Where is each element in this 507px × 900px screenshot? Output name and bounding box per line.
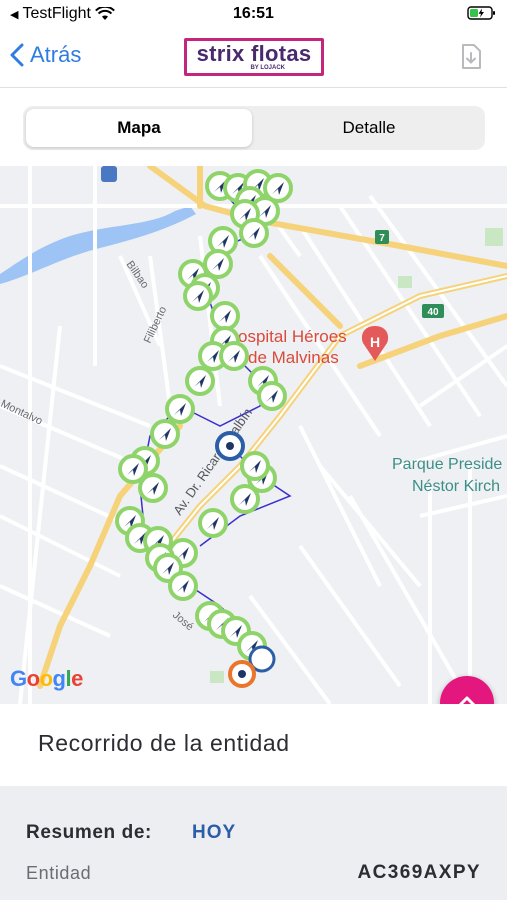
google-logo: Google [10, 666, 83, 691]
chevron-left-icon [10, 43, 24, 67]
status-time: 16:51 [233, 5, 274, 22]
download-button[interactable] [460, 44, 482, 75]
summary-panel: Resumen de: HOY Entidad AC369AXPY [0, 786, 507, 900]
hospital-pin-letter: H [370, 334, 380, 350]
route-point-marker[interactable] [198, 508, 228, 538]
route-point-marker[interactable] [210, 301, 240, 331]
tab-mapa[interactable]: Mapa [26, 109, 252, 147]
park-area [485, 228, 503, 246]
back-label: Atrás [30, 42, 82, 67]
route-markers [115, 169, 293, 661]
strix-flotas-logo: strix flotas BY LOJACK [184, 38, 324, 76]
route-point-marker[interactable] [257, 381, 287, 411]
view-segmented-control: Mapa Detalle [23, 106, 485, 150]
route-shield-label: 7 [379, 233, 385, 244]
battery-icon [467, 5, 497, 26]
route-shield-label: 40 [427, 307, 439, 318]
route-point-marker[interactable] [239, 218, 269, 248]
summary-label: Resumen de: [26, 822, 152, 843]
navigation-bar: Atrás strix flotas BY LOJACK [0, 30, 507, 88]
status-bar: ◀ TestFlight 16:51 [0, 0, 507, 30]
route-point-marker[interactable] [219, 341, 249, 371]
street-label: José [170, 609, 196, 633]
park-area [210, 671, 224, 683]
route-point-marker[interactable] [165, 394, 195, 424]
park-label: Parque Preside [392, 456, 502, 473]
route-point-marker[interactable] [183, 281, 213, 311]
route-point-marker[interactable] [138, 473, 168, 503]
entity-label: Entidad [26, 863, 92, 883]
route-map[interactable]: ospital Héroes de Malvinas Parque Presid… [0, 166, 507, 704]
summary-period-value[interactable]: HOY [192, 822, 236, 844]
route-end-marker-dot [238, 670, 246, 678]
logo-text: strix flotas [196, 40, 312, 66]
park-label: Néstor Kirch [412, 478, 500, 495]
route-section-header: Recorrido de la entidad [0, 704, 507, 786]
tab-detalle[interactable]: Detalle [256, 109, 482, 147]
hospital-label: ospital Héroes [238, 327, 347, 346]
street-label: Montalvo [0, 398, 44, 428]
route-start-marker-dot [226, 442, 234, 450]
entity-value: AC369AXPY [357, 862, 481, 883]
train-station-icon[interactable] [101, 166, 117, 182]
route-point-marker[interactable] [168, 571, 198, 601]
map-canvas[interactable]: ospital Héroes de Malvinas Parque Presid… [0, 166, 507, 704]
park-area [398, 276, 412, 288]
route-point-marker[interactable] [240, 451, 270, 481]
route-point-marker[interactable] [150, 419, 180, 449]
route-point-marker[interactable] [185, 366, 215, 396]
download-icon [462, 44, 481, 69]
section-title: Recorrido de la entidad [38, 730, 290, 756]
back-button[interactable]: Atrás [10, 42, 81, 68]
route-point-marker[interactable] [203, 249, 233, 279]
hospital-label: de Malvinas [248, 348, 339, 367]
logo-subtext: BY LOJACK [250, 64, 285, 71]
